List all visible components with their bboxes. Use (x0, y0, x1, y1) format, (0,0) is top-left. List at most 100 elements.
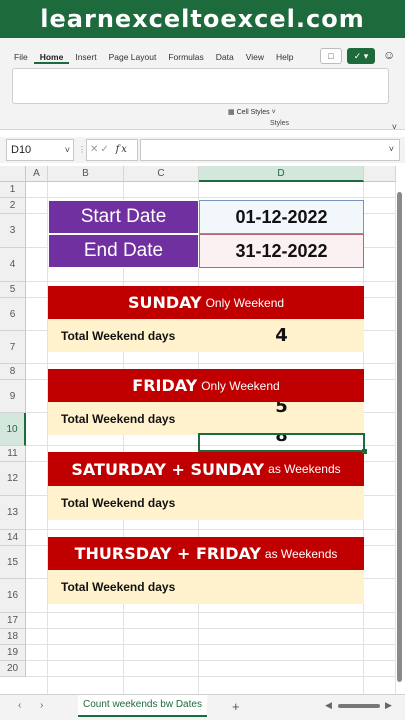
gridline-row (26, 660, 396, 661)
tab-insert[interactable]: Insert (69, 50, 102, 64)
tab-home[interactable]: Home (33, 50, 70, 64)
vertical-scroll-thumb[interactable] (397, 192, 402, 682)
total-weekend-days-value[interactable] (199, 570, 364, 604)
scroll-right-icon[interactable]: ▶ (385, 700, 392, 711)
gridline-row (26, 529, 396, 530)
tab-formulas[interactable]: Formulas (162, 50, 209, 64)
horizontal-scroll-thumb[interactable] (338, 704, 380, 708)
row-header-17[interactable]: 17 (0, 613, 26, 629)
total-weekend-days-value[interactable]: 4 (199, 319, 364, 352)
row-header-2[interactable]: 2 (0, 198, 26, 214)
chevron-down-icon[interactable]: ˅ (65, 140, 70, 160)
gridline-row (26, 281, 396, 282)
fill-handle[interactable] (362, 449, 367, 454)
sheet-tab-active[interactable]: Count weekends bw Dates (78, 695, 207, 717)
formula-input[interactable]: ˅ (140, 139, 400, 161)
total-weekend-days-label[interactable]: Total Weekend days (48, 486, 199, 520)
vertical-scrollbar[interactable] (396, 182, 403, 694)
row-header-5[interactable]: 5 (0, 282, 26, 298)
tab-help[interactable]: Help (270, 50, 299, 64)
section-suffix: Only Weekend (205, 295, 285, 310)
tab-page-layout[interactable]: Page Layout (103, 50, 163, 64)
section-title: SUNDAY (127, 293, 202, 312)
row-header-10[interactable]: 10 (0, 413, 26, 446)
section-header-sunday[interactable]: SUNDAY Only Weekend (48, 286, 364, 319)
start-date-value[interactable]: 01-12-2022 (199, 200, 364, 234)
person-icon[interactable]: ☺ (383, 48, 395, 62)
name-box-value: D10 (11, 144, 32, 156)
gridline-row (26, 628, 396, 629)
share-button[interactable]: ✓ ▾ (347, 48, 375, 64)
row-header-16[interactable]: 16 (0, 579, 26, 613)
excel-window: learnexceltoexcel.com File Home Insert P… (0, 0, 405, 720)
row-header-19[interactable]: 19 (0, 645, 26, 661)
gridline-row (26, 197, 396, 198)
section-suffix: as Weekends (268, 462, 341, 476)
section-header-thursday-friday[interactable]: THURSDAY + FRIDAY as Weekends (48, 537, 364, 570)
name-box[interactable]: D10 ˅ (6, 139, 74, 161)
section-title: FRIDAY (132, 376, 198, 395)
enter-icon[interactable]: ✓ (100, 144, 110, 155)
sheet-tab-bar: ‹ › Count weekends bw Dates + ◀ ▶ (0, 694, 405, 720)
total-weekend-days-label[interactable]: Total Weekend days (48, 402, 199, 435)
row-header-14[interactable]: 14 (0, 530, 26, 546)
row-header-11[interactable]: 11 (0, 446, 26, 462)
ribbon-panel (12, 68, 389, 104)
row-header-4[interactable]: 4 (0, 248, 26, 282)
row-header-12[interactable]: 12 (0, 462, 26, 496)
row-header-6[interactable]: 6 (0, 298, 26, 331)
active-cell-outline[interactable] (198, 433, 365, 452)
total-weekend-days-label[interactable]: Total Weekend days (48, 319, 199, 352)
row-header-3[interactable]: 3 (0, 214, 26, 248)
row-header-20[interactable]: 20 (0, 661, 26, 677)
section-header-saturday-sunday[interactable]: SATURDAY + SUNDAY as Weekends (48, 452, 364, 486)
row-header-18[interactable]: 18 (0, 629, 26, 645)
prev-sheet-icon[interactable]: ‹ (18, 700, 21, 711)
total-weekend-days-value[interactable]: 5 (199, 402, 364, 435)
tab-data[interactable]: Data (210, 50, 240, 64)
ribbon: File Home Insert Page Layout Formulas Da… (0, 38, 405, 132)
cancel-icon[interactable]: ✕ (90, 144, 100, 155)
row-header-1[interactable]: 1 (0, 182, 26, 198)
row-header-13[interactable]: 13 (0, 496, 26, 530)
tab-file[interactable]: File (8, 50, 34, 64)
add-sheet-button[interactable]: + (232, 699, 240, 714)
collapse-ribbon-icon[interactable]: ˅ (392, 122, 397, 132)
gridline-row (26, 644, 396, 645)
column-header-c[interactable]: C (124, 166, 199, 182)
column-header-a[interactable]: A (26, 166, 48, 182)
ribbon-tabs: File Home Insert Page Layout Formulas Da… (8, 50, 300, 64)
next-sheet-icon[interactable]: › (40, 700, 43, 711)
comments-icon[interactable]: □ (320, 48, 342, 64)
site-banner: learnexceltoexcel.com (0, 0, 405, 38)
formula-bar: D10 ˅ ⋮ ✕✓ fx ˅ (0, 137, 405, 163)
cell-styles-button[interactable]: ▦ Cell Styles ˅ (228, 108, 276, 116)
total-weekend-days-label[interactable]: Total Weekend days (48, 570, 199, 604)
worksheet-grid[interactable]: A B C D 1 2 3 4 5 6 7 8 9 10 11 12 13 14 15 16 17 18 19 20 … (0, 166, 405, 694)
total-weekend-days-value[interactable] (199, 486, 364, 520)
section-title: THURSDAY + FRIDAY (74, 544, 261, 563)
section-suffix: as Weekends (264, 546, 338, 561)
row-header-8[interactable]: 8 (0, 364, 26, 380)
column-header-b[interactable]: B (48, 166, 124, 182)
select-all-corner[interactable] (0, 166, 26, 182)
expand-formula-icon[interactable]: ˅ (389, 144, 394, 154)
row-header-15[interactable]: 15 (0, 546, 26, 579)
end-date-value[interactable]: 31-12-2022 (199, 234, 364, 268)
animated-value: 5 (275, 402, 288, 417)
row-header-9[interactable]: 9 (0, 380, 26, 413)
styles-group-label: Styles (270, 120, 290, 127)
scroll-left-icon[interactable]: ◀ (325, 700, 332, 711)
cell-styles-label: Cell Styles (236, 109, 270, 116)
column-header-e[interactable] (364, 166, 396, 182)
section-suffix: Only Weekend (201, 378, 280, 393)
formula-buttons: ✕✓ fx (86, 139, 138, 161)
section-header-friday[interactable]: FRIDAY Only Weekend (48, 369, 364, 402)
insert-function-icon[interactable]: fx (116, 144, 129, 155)
tab-view[interactable]: View (240, 50, 270, 64)
end-date-label[interactable]: End Date (48, 234, 199, 268)
column-header-d[interactable]: D (199, 166, 364, 182)
start-date-label[interactable]: Start Date (48, 200, 199, 234)
row-header-7[interactable]: 7 (0, 331, 26, 364)
more-icon[interactable]: ⋮ (78, 145, 86, 154)
